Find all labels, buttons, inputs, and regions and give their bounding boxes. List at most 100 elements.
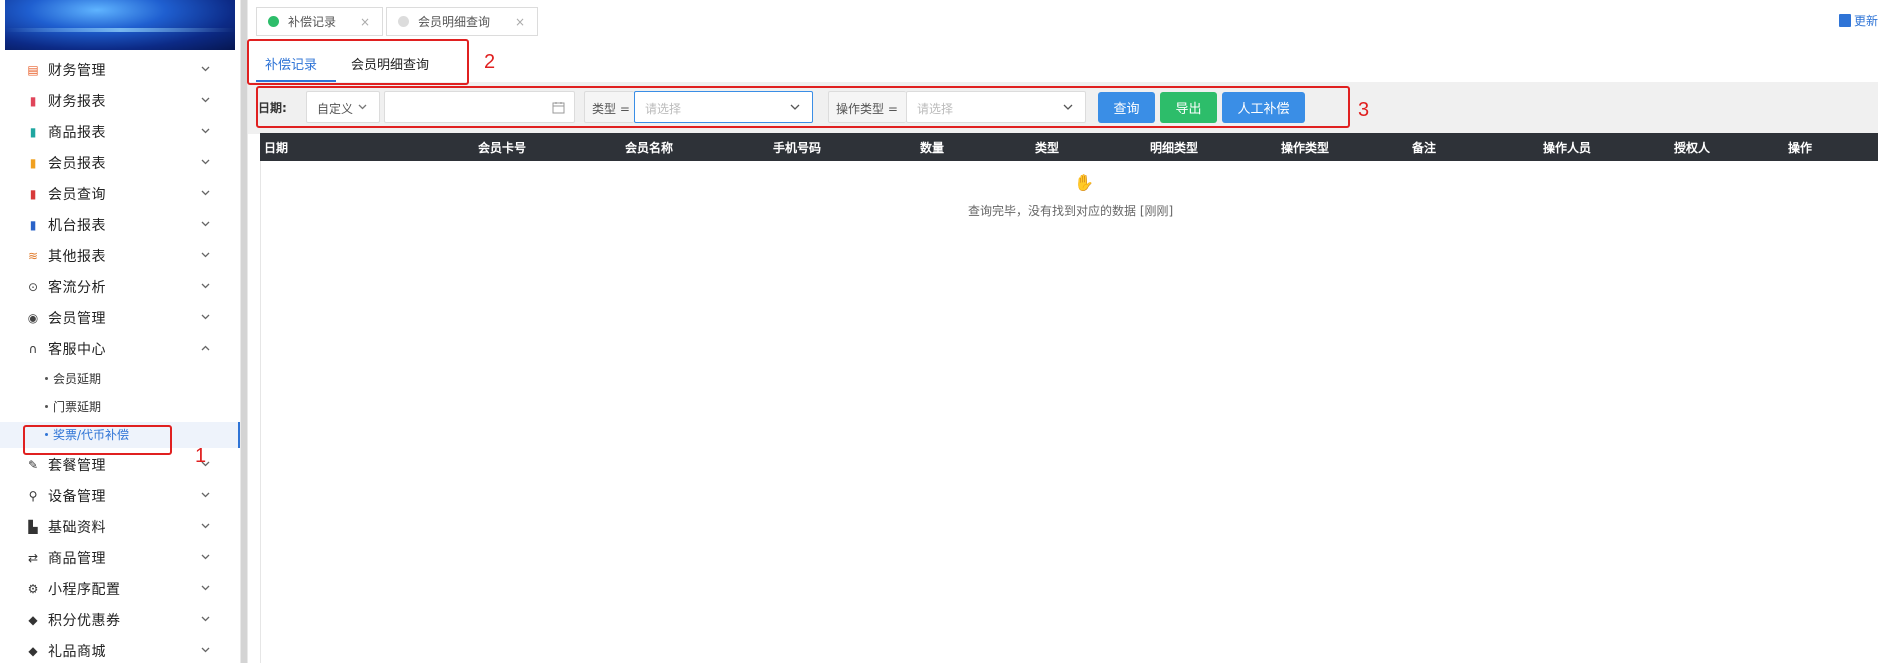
- close-icon[interactable]: ×: [360, 15, 370, 29]
- hand-cursor-icon: ✋: [1074, 173, 1094, 192]
- sidebar-item[interactable]: ≋ 其他报表: [0, 240, 230, 271]
- close-icon[interactable]: ×: [515, 15, 525, 29]
- sidebar-item[interactable]: ⚲ 设备管理: [0, 480, 230, 511]
- column-header[interactable]: 操作人员: [1543, 139, 1591, 156]
- column-header[interactable]: 手机号码: [773, 139, 821, 156]
- sidebar-item[interactable]: ⊙ 客流分析: [0, 271, 230, 302]
- sidebar-item[interactable]: ◆ 积分优惠券: [0, 604, 230, 635]
- sidebar-item[interactable]: ▤ 财务管理: [0, 54, 230, 85]
- sidebar-item[interactable]: ▮ 商品报表: [0, 116, 230, 147]
- sidebar-subitem-label: 会员延期: [53, 372, 102, 386]
- sidebar-item-label: 套餐管理: [48, 457, 106, 474]
- column-header[interactable]: 操作类型: [1281, 139, 1329, 156]
- annotation-number-2: 2: [484, 51, 496, 73]
- sidebar-item-label: 其他报表: [48, 248, 106, 265]
- page-tab-label: 会员明细查询: [418, 15, 491, 29]
- page-tab-label: 补偿记录: [288, 15, 337, 29]
- sidebar-item[interactable]: ◆ 礼品商城: [0, 635, 230, 663]
- chevron-down-icon: [201, 314, 210, 322]
- chevron-down-icon: [201, 221, 210, 229]
- page-tab-member-detail[interactable]: 会员明细查询 ×: [386, 7, 538, 36]
- sidebar-item[interactable]: ▮ 会员报表: [0, 147, 230, 178]
- sidebar-item[interactable]: ⚙ 小程序配置: [0, 573, 230, 604]
- tag-icon: ◆: [28, 643, 38, 658]
- tab-status-dot: [268, 16, 279, 27]
- sidebar-item-label: 积分优惠券: [48, 612, 121, 629]
- machine-report-icon: ▮: [29, 217, 37, 232]
- column-header[interactable]: 操作: [1788, 139, 1812, 156]
- user-icon: ◉: [27, 310, 39, 325]
- sidebar-item[interactable]: ∩ 客服中心: [0, 333, 230, 364]
- sidebar-scrollbar[interactable]: [240, 0, 248, 663]
- sidebar-item[interactable]: ▮ 财务报表: [0, 85, 230, 116]
- chevron-down-icon: [201, 190, 210, 198]
- headset-icon: ∩: [28, 341, 38, 356]
- column-header[interactable]: 会员名称: [625, 139, 673, 156]
- member-query-icon: ▮: [29, 186, 37, 201]
- update-link[interactable]: 更新: [1838, 12, 1878, 29]
- sidebar-subitem-label: 门票延期: [53, 400, 102, 414]
- column-header[interactable]: 明细类型: [1150, 139, 1198, 156]
- sidebar-item-label: 设备管理: [48, 488, 106, 505]
- chevron-down-icon: [201, 252, 210, 260]
- sidebar-item-label: 会员查询: [48, 186, 106, 203]
- sidebar-subitem[interactable]: 门票延期: [0, 394, 240, 420]
- column-header[interactable]: 授权人: [1674, 139, 1710, 156]
- chevron-up-icon: [201, 345, 210, 353]
- page-tab-compensation-records[interactable]: 补偿记录 ×: [256, 7, 383, 36]
- sidebar-item-label: 会员报表: [48, 155, 106, 172]
- sidebar: ▤ 财务管理 ▮ 财务报表 ▮ 商品报表 ▮ 会员报表 ▮ 会员查询 ▮ 机台报…: [0, 0, 240, 663]
- annotation-box-2: [247, 39, 469, 85]
- sidebar-item-label: 财务报表: [48, 93, 106, 110]
- bullet-dot: [45, 377, 48, 380]
- annotation-box-3: [256, 86, 1350, 128]
- chevron-down-icon: [201, 647, 210, 655]
- sidebar-item-label: 客流分析: [48, 279, 106, 296]
- chevron-down-icon: [201, 128, 210, 136]
- bullet-dot: [45, 405, 48, 408]
- chevron-down-icon: [201, 616, 210, 624]
- chevron-down-icon: [201, 66, 210, 74]
- sidebar-subitem[interactable]: 会员延期: [0, 366, 240, 392]
- chevron-down-icon: [201, 159, 210, 167]
- empty-table-message: 查询完毕，没有找到对应的数据 [刚刚]: [968, 204, 1174, 218]
- column-header[interactable]: 类型: [1035, 139, 1059, 156]
- column-header[interactable]: 日期: [264, 139, 288, 156]
- chevron-down-icon: [201, 283, 210, 291]
- report-icon: ▮: [29, 93, 37, 108]
- annotation-number-3: 3: [1358, 99, 1370, 121]
- brand-banner: [5, 0, 235, 50]
- chevron-down-icon: [201, 585, 210, 593]
- chevron-down-icon: [201, 492, 210, 500]
- sidebar-item-label: 小程序配置: [48, 581, 121, 598]
- sidebar-item[interactable]: ◉ 会员管理: [0, 302, 230, 333]
- sidebar-item-label: 基础资料: [48, 519, 106, 536]
- sidebar-item[interactable]: ▙ 基础资料: [0, 511, 230, 542]
- sidebar-item-label: 商品管理: [48, 550, 106, 567]
- sidebar-item-label: 客服中心: [48, 341, 106, 358]
- annotation-box-1: [23, 425, 172, 455]
- update-link-label: 更新: [1853, 14, 1878, 28]
- swap-icon: ⇄: [27, 550, 39, 565]
- goods-report-icon: ▮: [29, 124, 37, 139]
- tool-icon: ⚲: [28, 488, 38, 503]
- column-header[interactable]: 数量: [920, 139, 944, 156]
- traffic-icon: ⊙: [27, 279, 39, 294]
- sidebar-item-label: 机台报表: [48, 217, 106, 234]
- annotation-number-1: 1: [195, 445, 207, 467]
- sidebar-item-label: 礼品商城: [48, 643, 106, 660]
- sidebar-item-label: 财务管理: [48, 62, 106, 79]
- page-tab-bar: 补偿记录 × 会员明细查询 × 更新: [248, 0, 1878, 40]
- file-icon: ▙: [28, 519, 38, 534]
- edit-icon: ✎: [27, 457, 39, 472]
- sidebar-item[interactable]: ▮ 会员查询: [0, 178, 230, 209]
- gear-icon: ⚙: [27, 581, 39, 596]
- member-report-icon: ▮: [29, 155, 37, 170]
- sidebar-item[interactable]: ▮ 机台报表: [0, 209, 230, 240]
- layers-icon: ≋: [27, 248, 39, 263]
- column-header[interactable]: 备注: [1412, 139, 1436, 156]
- column-header[interactable]: 会员卡号: [478, 139, 526, 156]
- tag-icon: ◆: [28, 612, 38, 627]
- scrollbar-thumb[interactable]: [241, 0, 247, 663]
- sidebar-item[interactable]: ⇄ 商品管理: [0, 542, 230, 573]
